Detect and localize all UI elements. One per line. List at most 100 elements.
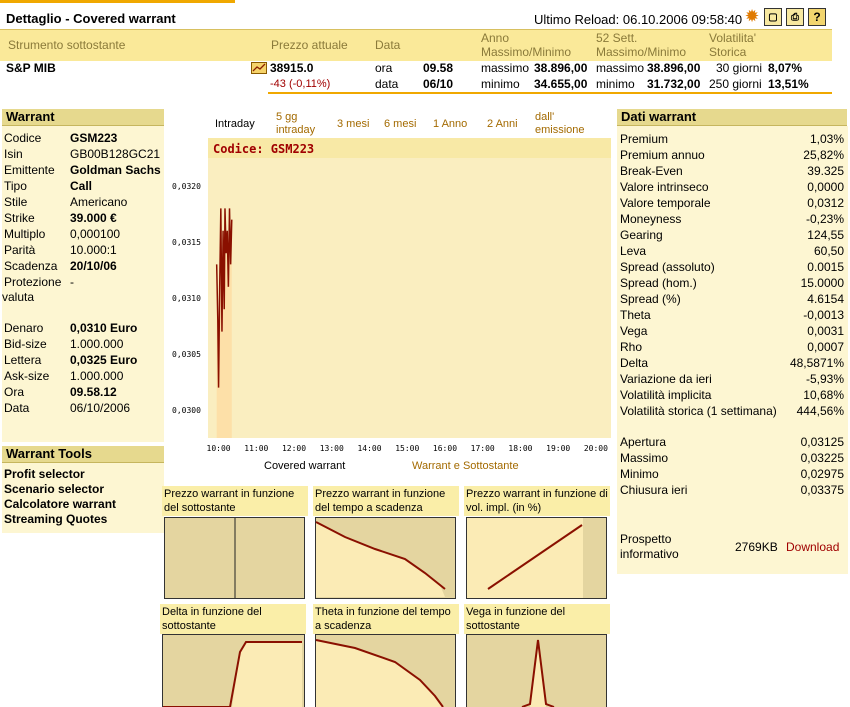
mini-title-5: Theta in funzione del tempo a scadenza bbox=[313, 604, 459, 634]
new-window-icon[interactable]: ▢ bbox=[764, 8, 782, 26]
help-icon[interactable]: ? bbox=[808, 8, 826, 26]
sun-icon[interactable]: ✹ bbox=[744, 8, 760, 25]
page-title: Dettaglio - Covered warrant bbox=[6, 11, 176, 26]
y-tick-label: 0,0305 bbox=[172, 350, 201, 359]
weeks-max: 38.896,00 bbox=[647, 61, 701, 75]
y-tick-label: 0,0310 bbox=[172, 294, 201, 303]
row-value: 0,000100 bbox=[70, 227, 121, 241]
dati-value: 60,50 bbox=[813, 244, 844, 258]
mini-chart-4 bbox=[162, 634, 305, 707]
y-tick-label: 0,0320 bbox=[172, 182, 201, 191]
tab-3mesi[interactable]: 3 mesi bbox=[337, 118, 369, 131]
chart-background bbox=[208, 138, 611, 438]
tab-intraday[interactable]: Intraday bbox=[215, 118, 255, 131]
chart-icon[interactable] bbox=[251, 62, 267, 74]
row-label: Protezione bbox=[4, 275, 62, 289]
tool-profit-selector[interactable]: Profit selector bbox=[4, 467, 85, 482]
download-link[interactable]: Download bbox=[786, 539, 839, 555]
x-tick-label: 14:00 bbox=[357, 444, 381, 453]
dati-label: Variazione da ieri bbox=[620, 372, 712, 386]
print-icon[interactable]: ⎙ bbox=[786, 8, 804, 26]
dati-value: 0,0031 bbox=[807, 324, 844, 338]
row-value: 20/10/06 bbox=[70, 259, 117, 273]
mini-chart-1 bbox=[164, 517, 305, 599]
y-tick-label: 0,0315 bbox=[172, 238, 201, 247]
dati-value: 4.6154 bbox=[807, 292, 844, 306]
tab-emissione[interactable]: dall' emissione bbox=[535, 111, 587, 137]
row-label: Ask-size bbox=[4, 369, 50, 383]
mini-chart-3 bbox=[466, 517, 607, 599]
col-vol-2: Storica bbox=[709, 45, 747, 59]
vol250-label: 250 giorni bbox=[709, 77, 762, 91]
row-label: Strike bbox=[4, 211, 35, 225]
col-price: Prezzo attuale bbox=[271, 38, 348, 52]
weeks-min-label: minimo bbox=[596, 77, 635, 91]
x-tick-label: 20:00 bbox=[584, 444, 608, 453]
tab-1anno[interactable]: 1 Anno bbox=[433, 118, 467, 131]
mini-title-4: Delta in funzione del sottostante bbox=[160, 604, 306, 634]
tools-panel-title: Warrant Tools bbox=[2, 446, 164, 463]
dati-value: -5,93% bbox=[805, 372, 844, 386]
x-tick-label: 18:00 bbox=[508, 444, 532, 453]
row-value: Call bbox=[70, 179, 93, 193]
dati-label: Volatilità implicita bbox=[620, 388, 712, 402]
dati-value: 0,03125 bbox=[800, 435, 844, 449]
row-value: Americano bbox=[70, 195, 128, 209]
dati-label: Moneyness bbox=[620, 212, 682, 226]
row-value: - bbox=[70, 275, 74, 289]
row-label: Stile bbox=[4, 195, 28, 209]
link-warrant-sottostante[interactable]: Warrant e Sottostante bbox=[412, 460, 519, 472]
tool-calcolatore[interactable]: Calcolatore warrant bbox=[4, 497, 116, 512]
row-label: Lettera bbox=[4, 353, 42, 367]
dati-value: 1,03% bbox=[809, 132, 844, 146]
mini-title-1: Prezzo warrant in funzione del sottostan… bbox=[162, 486, 308, 516]
data-value: 06/10 bbox=[423, 77, 454, 91]
row-label: Bid-size bbox=[4, 337, 47, 351]
row-value: 0,0325 Euro bbox=[70, 353, 138, 367]
x-tick-label: 12:00 bbox=[282, 444, 306, 453]
dati-value: 39.325 bbox=[807, 164, 844, 178]
col-year-2: Massimo/Minimo bbox=[481, 45, 572, 59]
tab-6mesi[interactable]: 6 mesi bbox=[384, 118, 416, 131]
dati-label: Vega bbox=[620, 324, 648, 338]
row-value: 1.000.000 bbox=[70, 337, 124, 351]
dati-label: Leva bbox=[620, 244, 647, 258]
dati-label: Spread (assoluto) bbox=[620, 260, 715, 274]
dati-panel: Premium 1,03% Premium annuo 25,82% Break-Eve… bbox=[617, 126, 848, 574]
dati-label: Volatilità storica (1 settimana) bbox=[620, 404, 777, 418]
chart-code: Codice: GSM223 bbox=[213, 142, 314, 156]
dati-label: Spread (%) bbox=[620, 292, 681, 306]
underlying-name[interactable]: S&P MIB bbox=[6, 61, 56, 75]
vol250: 13,51% bbox=[768, 77, 809, 91]
dati-value: 0,0312 bbox=[807, 196, 844, 210]
x-tick-label: 13:00 bbox=[320, 444, 344, 453]
reload-time: Ultimo Reload: 06.10.2006 09:58:40 bbox=[534, 12, 743, 27]
ora-value: 09.58 bbox=[423, 61, 454, 75]
intraday-chart: Codice: GSM223 0,0320 0,0315 0,0310 0,0305 0… bbox=[172, 138, 611, 453]
tab-5gg[interactable]: 5 gg intraday bbox=[276, 111, 320, 137]
protezione-label-2: valuta bbox=[2, 290, 35, 304]
dati-label: Theta bbox=[620, 308, 651, 322]
tool-streaming-quotes[interactable]: Streaming Quotes bbox=[4, 512, 107, 527]
year-max-label: massimo bbox=[481, 61, 530, 75]
warrant-panel-title: Warrant bbox=[2, 109, 164, 126]
link-covered-warrant[interactable]: Covered warrant bbox=[264, 460, 345, 472]
top-accent-line bbox=[0, 0, 235, 3]
dati-value: 444,56% bbox=[796, 404, 844, 418]
col-vol-1: Volatilita' bbox=[709, 31, 756, 45]
row-label: Denaro bbox=[4, 321, 44, 335]
tab-2anni[interactable]: 2 Anni bbox=[487, 118, 518, 131]
tool-scenario-selector[interactable]: Scenario selector bbox=[4, 482, 104, 497]
warrant-panel: Codice GSM223 Isin GB00B128GC21 Emittente Gol… bbox=[2, 126, 164, 442]
data-label: data bbox=[375, 77, 399, 91]
dati-label: Rho bbox=[620, 340, 643, 354]
row-value: 1.000.000 bbox=[70, 369, 124, 383]
row-label: Ora bbox=[4, 385, 25, 399]
vol30-label: 30 giorni bbox=[716, 61, 763, 75]
row-label: Scadenza bbox=[4, 259, 58, 273]
dati-panel-title: Dati warrant bbox=[617, 109, 847, 126]
dati-label: Spread (hom.) bbox=[620, 276, 697, 290]
dati-label: Valore temporale bbox=[620, 196, 711, 210]
dati-value: 0,0007 bbox=[807, 340, 844, 354]
dati-label: Chiusura ieri bbox=[620, 483, 688, 497]
